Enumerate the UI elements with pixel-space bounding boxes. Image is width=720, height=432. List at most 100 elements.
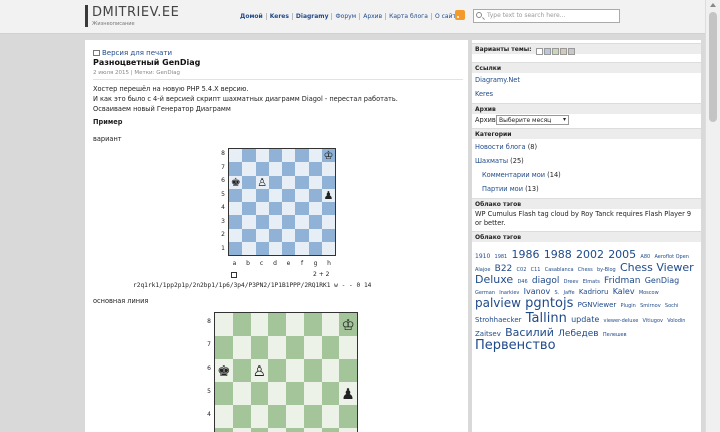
board2-square xyxy=(303,382,322,405)
tag-link[interactable]: Elmats xyxy=(583,279,600,285)
theme-swatch[interactable] xyxy=(568,48,575,55)
nav-item-diagramy[interactable]: Diagramy xyxy=(291,13,332,20)
print-link[interactable]: Версия для печати xyxy=(93,49,172,57)
tag-link[interactable]: Plugin xyxy=(621,303,636,309)
tag-link[interactable]: Tallinn xyxy=(526,311,567,326)
tag-link[interactable]: Пелешев xyxy=(603,332,627,338)
tag-link[interactable]: Strohhaecker xyxy=(475,316,522,324)
search-icon xyxy=(476,12,482,18)
tag-link[interactable]: 1910 xyxy=(475,253,490,260)
tag-link[interactable]: PGNViewer xyxy=(578,301,617,309)
categories-heading: Категории xyxy=(472,128,701,139)
file-label: h xyxy=(327,260,331,267)
board1-square xyxy=(321,162,335,176)
board2-square xyxy=(321,313,340,336)
board1-square xyxy=(308,215,322,229)
tag-link[interactable]: Alajoe xyxy=(475,267,490,273)
tag-link[interactable]: 1988 xyxy=(544,248,572,261)
board1-square xyxy=(282,175,296,189)
tag-link[interactable]: Zaitsev xyxy=(475,330,501,338)
tag-link[interactable]: GenDiag xyxy=(645,276,680,285)
rss-icon[interactable] xyxy=(455,10,465,20)
tag-link[interactable]: viewer-deluxe xyxy=(603,318,638,324)
tag-link[interactable]: Dreev xyxy=(564,279,579,285)
white-king-icon: ♔ xyxy=(323,149,334,163)
board1-square xyxy=(295,202,309,216)
tag-link[interactable]: 1986 xyxy=(511,248,539,261)
tag-link[interactable]: Aeroflot Open xyxy=(654,254,689,260)
category-link[interactable]: Комментарии мои xyxy=(482,171,545,179)
rank-label: 8 xyxy=(207,318,211,325)
category-count: (14) xyxy=(547,171,561,179)
nav-item-keres[interactable]: Keres xyxy=(265,13,292,20)
tag-link[interactable]: palview xyxy=(475,296,521,310)
category-link[interactable]: Шахматы xyxy=(475,157,508,165)
category-link[interactable]: Партии мои xyxy=(482,185,523,193)
tag-link[interactable]: pgntojs xyxy=(525,296,573,311)
category-link[interactable]: Новости блога xyxy=(475,143,526,151)
board1-square xyxy=(255,149,269,163)
tag-link[interactable]: 1981 xyxy=(495,254,508,260)
tag-link[interactable]: Kadrioru xyxy=(579,288,609,296)
board1-square xyxy=(282,188,296,202)
tag-link[interactable]: Volodin xyxy=(667,318,685,324)
link-keres[interactable]: Keres xyxy=(475,90,493,98)
rank-label: 8 xyxy=(221,150,225,157)
board2-square xyxy=(286,382,304,405)
nav-item-sitemap[interactable]: Карта блога xyxy=(385,13,431,20)
tag-link[interactable]: Smirnov xyxy=(640,303,661,309)
tag-link[interactable]: Ivanov xyxy=(524,287,551,296)
tag-link[interactable]: update xyxy=(571,315,599,324)
category-item: Новости блога (8) xyxy=(475,143,537,151)
tag-link[interactable]: C11 xyxy=(531,267,541,273)
nav-item-archive[interactable]: Архив xyxy=(359,13,385,20)
sidebar: Варианты темы: Ссылки Diagramy.Net Keres… xyxy=(472,40,701,432)
theme-swatch[interactable] xyxy=(552,48,559,55)
rank-label: 4 xyxy=(221,204,225,211)
board1-square xyxy=(229,228,243,242)
tag-link[interactable]: Moscow xyxy=(639,290,659,296)
tag-link[interactable]: Первенство xyxy=(475,338,556,353)
scroll-up-arrow-icon[interactable] xyxy=(710,3,716,7)
tag-link[interactable]: Vitiugov xyxy=(643,318,663,324)
board2-square xyxy=(268,382,286,405)
tag-link[interactable]: Sochi xyxy=(665,303,679,309)
tag-link[interactable]: Kalev xyxy=(613,287,635,296)
link-diagramy[interactable]: Diagramy.Net xyxy=(475,76,520,84)
print-link-label: Версия для печати xyxy=(102,49,173,57)
board2-square xyxy=(215,313,233,336)
board2-square xyxy=(250,336,269,359)
nav-item-forum[interactable]: Форум xyxy=(331,13,359,20)
tag-link[interactable]: diagol xyxy=(532,276,559,286)
board2-square xyxy=(232,359,251,382)
tag-link[interactable]: Casablanca xyxy=(545,267,574,273)
category-count: (13) xyxy=(525,185,539,193)
theme-swatch[interactable] xyxy=(544,48,551,55)
tag-link[interactable]: Василий xyxy=(505,326,554,339)
nav-item-home[interactable]: Домой xyxy=(237,13,266,20)
archive-month-select[interactable]: Выберите месяц xyxy=(496,115,569,125)
tag-link[interactable]: B22 xyxy=(495,264,513,274)
tag-link[interactable]: Лебедев xyxy=(558,329,598,339)
board2-square xyxy=(232,405,251,428)
tag-link[interactable]: Chess xyxy=(578,267,593,273)
tag-link[interactable]: C02 xyxy=(517,267,527,273)
scrollbar[interactable] xyxy=(705,0,720,432)
board2-square: ♔ xyxy=(339,313,357,336)
tag-link[interactable]: 2005 xyxy=(608,248,636,261)
theme-swatch[interactable] xyxy=(560,48,567,55)
site-logo[interactable]: DMITRIEV.EE xyxy=(92,5,179,20)
post-content: Версия для печати Разноцветный GenDiag 2… xyxy=(85,40,468,432)
tag-link[interactable]: 2002 xyxy=(576,248,604,261)
board1-square xyxy=(295,241,309,255)
tag-link[interactable]: by-Blog xyxy=(597,267,616,273)
scroll-thumb[interactable] xyxy=(709,12,717,122)
post-title[interactable]: Разноцветный GenDiag xyxy=(93,58,200,67)
post-body-line: И как это было с 4-й версией скрипт шахм… xyxy=(93,95,398,103)
theme-swatch[interactable] xyxy=(536,48,543,55)
tag-link[interactable]: Fridman xyxy=(604,276,640,286)
search-input[interactable]: Type text to search here... xyxy=(473,9,620,23)
tag-link[interactable]: D46 xyxy=(517,279,527,285)
tag-link[interactable]: A80 xyxy=(640,254,650,260)
board2-square xyxy=(339,405,357,428)
